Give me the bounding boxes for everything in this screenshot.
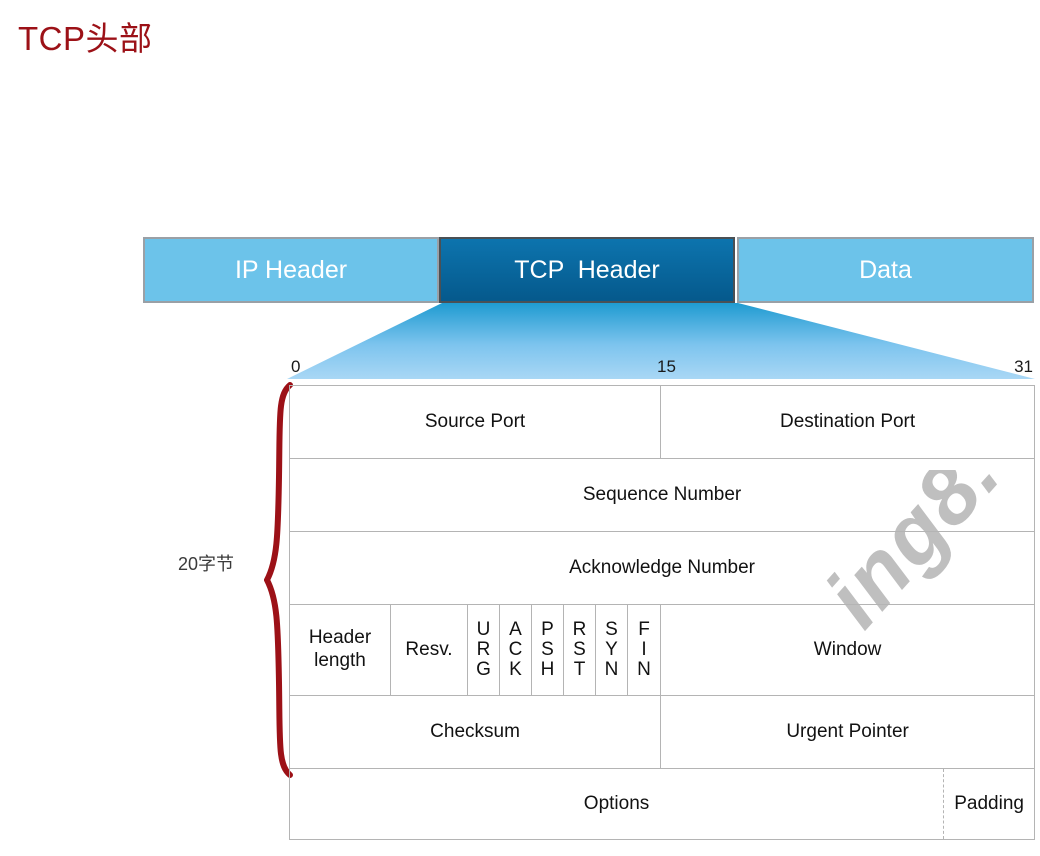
- flag-psh-letter-1: P: [541, 618, 554, 640]
- encap-segment-tcp-header[interactable]: TCP Header: [439, 237, 735, 303]
- flag-rst-letter-2: S: [573, 638, 586, 660]
- cell-header-length-line1: Header: [308, 627, 372, 649]
- flag-syn-letter-1: S: [605, 618, 618, 640]
- page-title: TCP头部: [18, 20, 153, 57]
- bit-ruler: 0 15 31: [287, 357, 1035, 381]
- flag-rst-letter-1: R: [572, 618, 587, 640]
- cell-source-port: Source Port: [288, 385, 662, 459]
- cell-flag-psh: P S H: [531, 604, 564, 696]
- bit-tick-15: 15: [657, 357, 676, 376]
- encap-segment-data-label: Data: [859, 255, 912, 284]
- cell-window: Window: [660, 604, 1036, 696]
- table-row-options: Options Padding: [288, 768, 1036, 840]
- flag-fin-letter-3: N: [637, 659, 651, 681]
- cell-padding: Padding: [943, 768, 1036, 840]
- bit-tick-0: 0: [291, 357, 301, 376]
- table-row-ports: Source Port Destination Port: [288, 385, 1036, 459]
- flag-urg-letter-2: R: [476, 638, 491, 660]
- cell-flag-urg: U R G: [467, 604, 500, 696]
- table-row-flags: Header length Resv. U R G A C K P S H R …: [289, 604, 1036, 696]
- table-row-checksum: Checksum Urgent Pointer: [288, 695, 1036, 769]
- bit-tick-31: 31: [1014, 357, 1033, 376]
- flag-rst-letter-3: T: [573, 659, 586, 681]
- cell-flag-ack: A C K: [499, 604, 532, 696]
- cell-reserved: Resv.: [390, 604, 468, 696]
- flag-ack-letter-1: A: [509, 618, 522, 640]
- flag-urg-letter-3: G: [476, 659, 491, 681]
- cell-flag-fin: F I N: [626, 604, 662, 696]
- cell-header-length: Header length: [289, 604, 391, 696]
- flag-fin-letter-2: I: [641, 638, 647, 660]
- encap-segment-tcp-header-label: TCP Header: [514, 255, 660, 284]
- tcp-header-table: Source Port Destination Port Sequence Nu…: [288, 385, 1036, 840]
- cell-acknowledge-number: Acknowledge Number: [288, 531, 1036, 605]
- cell-options: Options: [288, 768, 945, 840]
- flag-ack-letter-2: C: [508, 638, 523, 660]
- cell-sequence-number: Sequence Number: [288, 458, 1036, 532]
- flag-fin-letter-1: F: [638, 618, 650, 640]
- encapsulation-bar: IP Header TCP Header Data: [143, 237, 1034, 303]
- flag-psh-letter-2: S: [541, 638, 554, 660]
- cell-destination-port: Destination Port: [660, 385, 1036, 459]
- flag-syn-letter-3: N: [604, 659, 619, 681]
- cell-checksum: Checksum: [288, 695, 662, 769]
- encap-segment-ip-header[interactable]: IP Header: [143, 237, 439, 303]
- encap-segment-data[interactable]: Data: [737, 237, 1034, 303]
- cell-flag-rst: R S T: [563, 604, 596, 696]
- table-row-sequence-number: Sequence Number: [288, 458, 1036, 532]
- encap-segment-ip-header-label: IP Header: [234, 255, 348, 284]
- twenty-bytes-label: 20字节: [177, 554, 235, 574]
- cell-flag-syn: S Y N: [595, 604, 628, 696]
- table-row-acknowledge-number: Acknowledge Number: [288, 531, 1036, 605]
- flag-ack-letter-3: K: [509, 659, 522, 681]
- cell-urgent-pointer: Urgent Pointer: [660, 695, 1036, 769]
- cell-header-length-line2: length: [314, 650, 366, 671]
- flag-syn-letter-2: Y: [605, 638, 618, 660]
- flag-urg-letter-1: U: [476, 618, 491, 640]
- flag-psh-letter-3: H: [540, 659, 555, 681]
